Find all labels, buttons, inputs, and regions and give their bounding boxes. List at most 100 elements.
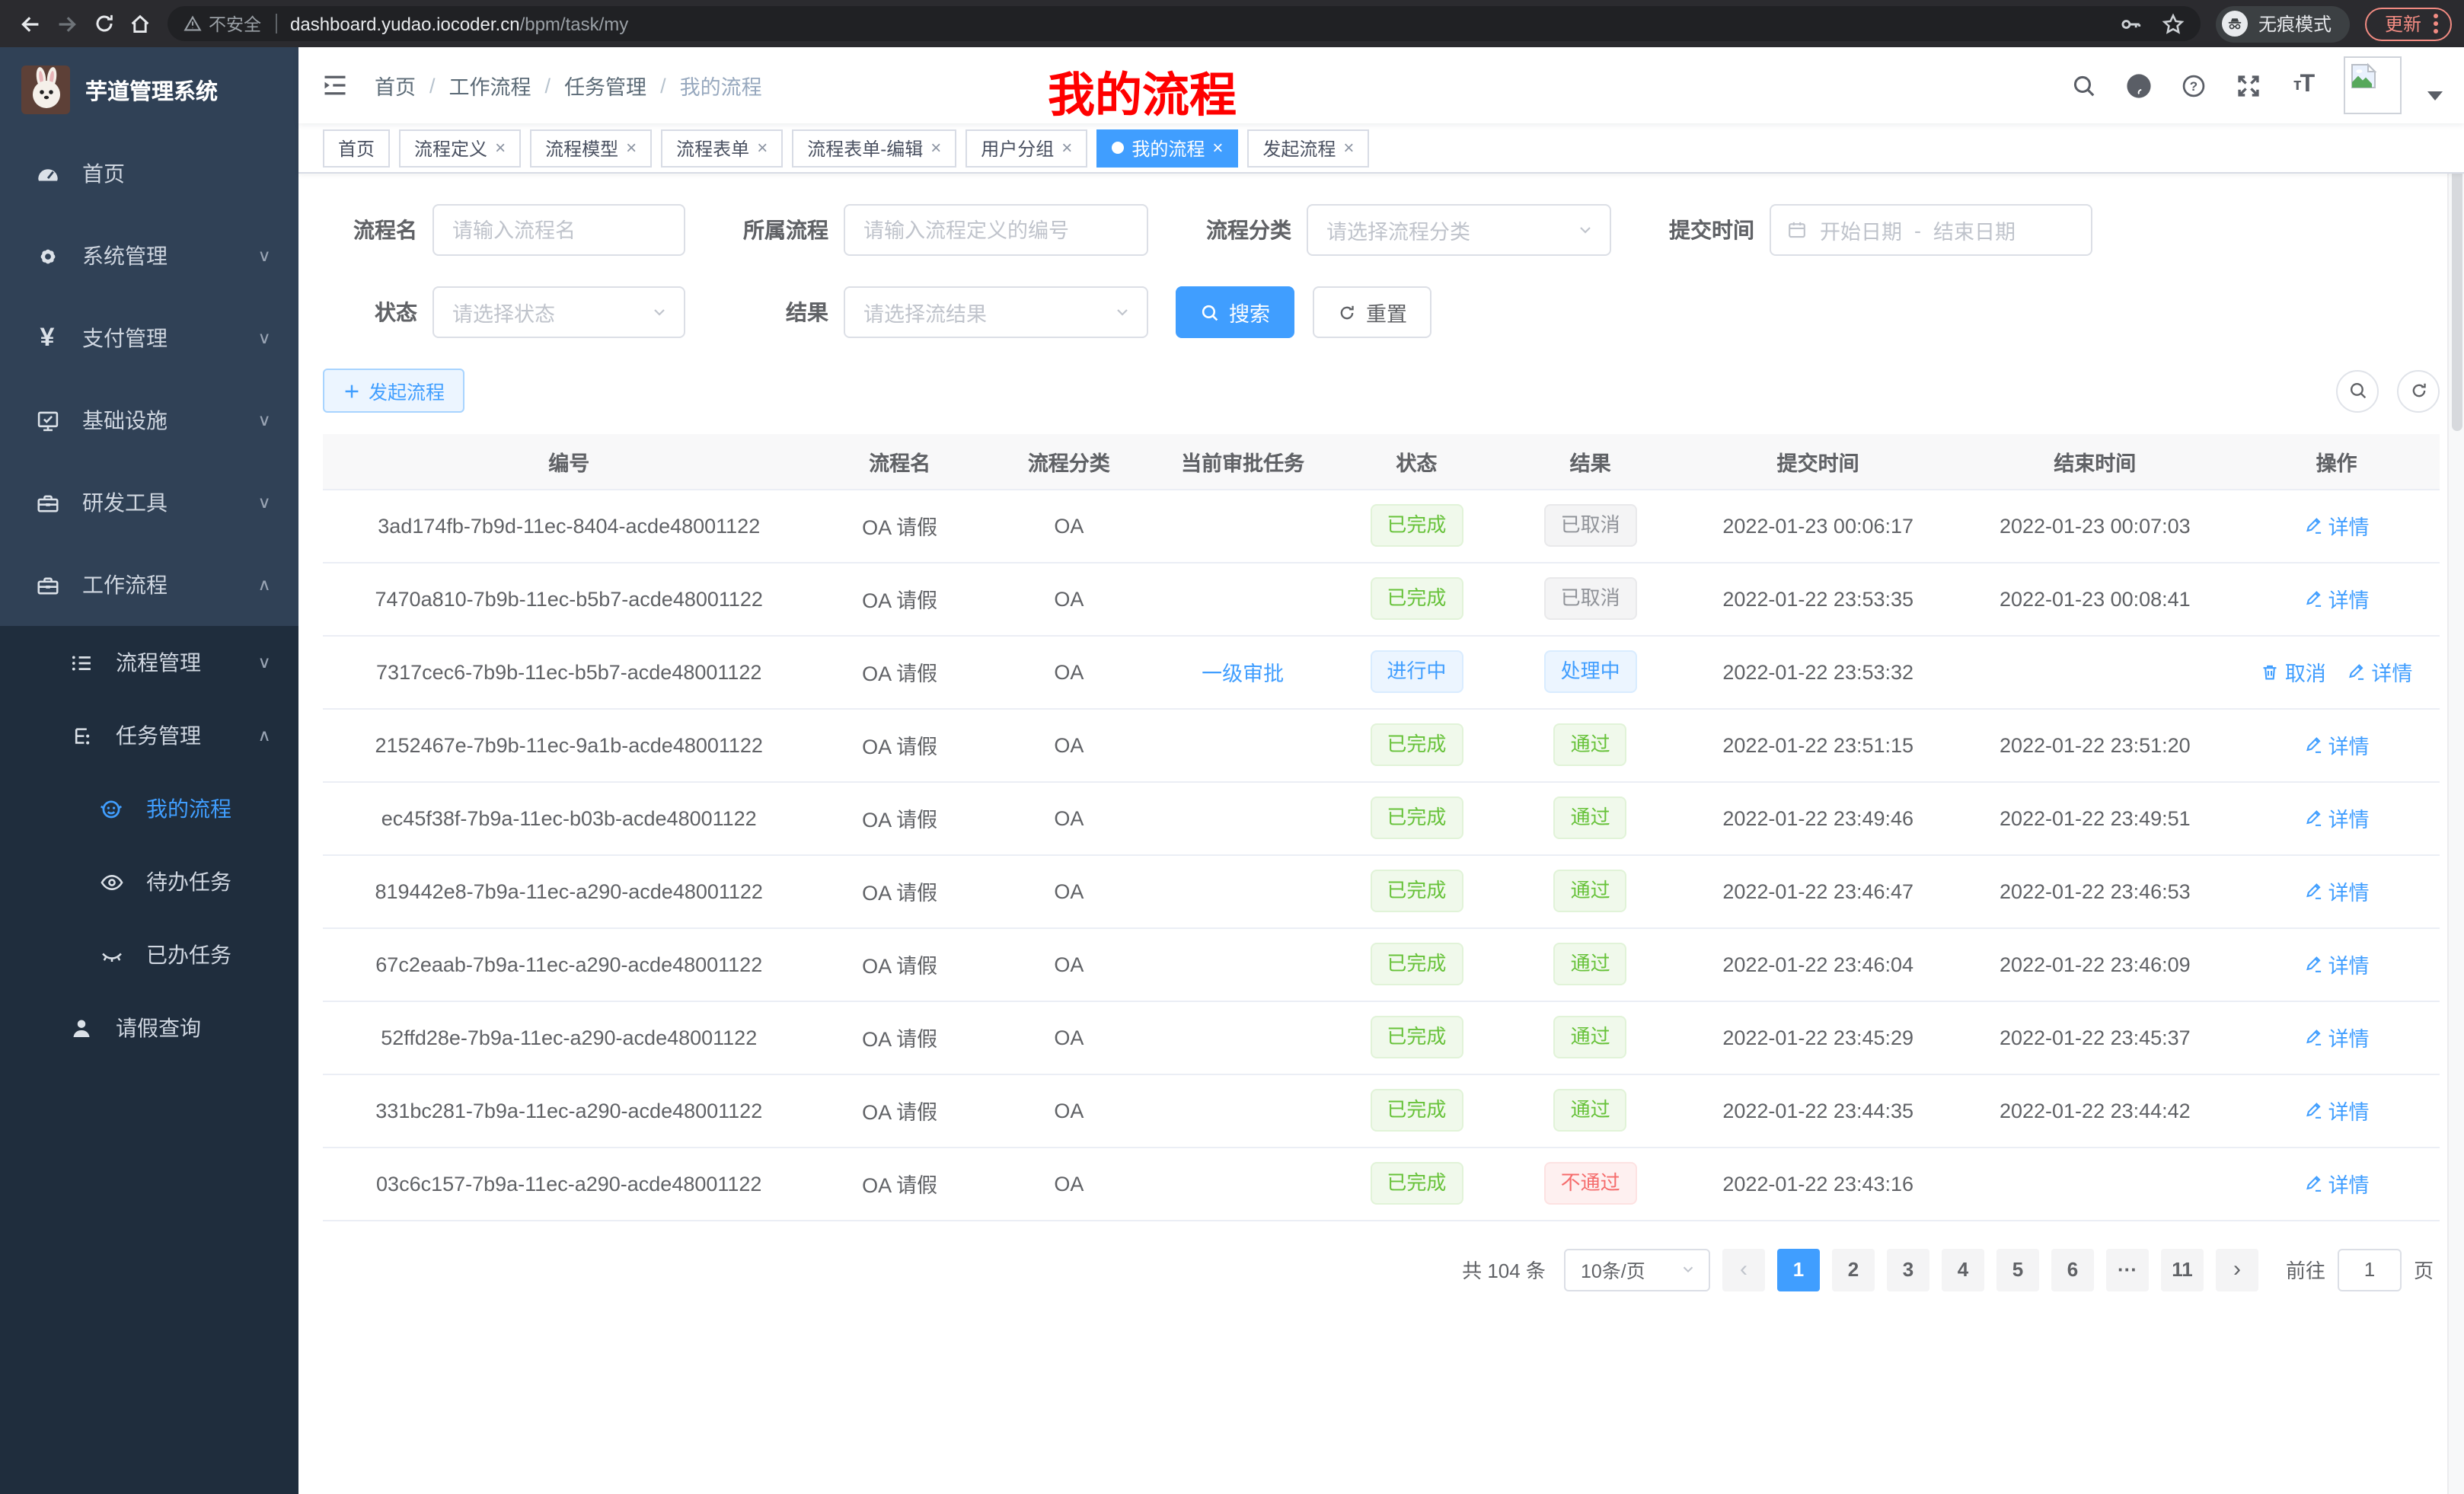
sidebar-item-todo-task[interactable]: 待办任务	[0, 845, 298, 918]
goto-page-input[interactable]	[2338, 1248, 2402, 1291]
current-task-link[interactable]: 一级审批	[1202, 656, 1284, 687]
process-name-input[interactable]	[432, 204, 685, 256]
avatar-dropdown-icon[interactable]	[2427, 91, 2443, 101]
sidebar-item-dev-tools[interactable]: 研发工具 ∨	[0, 461, 298, 544]
submit-time: 2022-01-22 23:53:35	[1722, 587, 1913, 610]
breadcrumb-workflow[interactable]: 工作流程	[449, 70, 531, 101]
page-button-4[interactable]: 4	[1942, 1248, 1984, 1291]
page-button-3[interactable]: 3	[1887, 1248, 1929, 1291]
page-button-1[interactable]: 1	[1777, 1248, 1820, 1291]
address-bar[interactable]: 不安全 dashboard.yudao.iocoder.cn/bpm/task/…	[168, 6, 2201, 41]
submit-time-range-picker[interactable]: 开始日期 - 结束日期	[1770, 204, 2092, 256]
fullscreen-icon[interactable]	[2234, 71, 2263, 100]
browser-update-button[interactable]: 更新	[2365, 7, 2452, 40]
prev-page-button[interactable]: ‹	[1722, 1248, 1765, 1291]
page-scrollbar[interactable]	[2447, 47, 2464, 1494]
status-badge: 进行中	[1370, 650, 1463, 693]
detail-link[interactable]: 详情	[2347, 656, 2412, 687]
detail-link[interactable]: 详情	[2304, 583, 2370, 614]
tab-process-form-edit[interactable]: 流程表单-编辑×	[792, 129, 956, 167]
sidebar-item-process-mgmt[interactable]: 流程管理 ∨	[0, 626, 298, 699]
breadcrumb-home[interactable]: 首页	[375, 70, 416, 101]
page-button-11[interactable]: 11	[2161, 1248, 2204, 1291]
tab-home[interactable]: 首页	[323, 129, 390, 167]
detail-link[interactable]: 详情	[2304, 510, 2370, 541]
sidebar-item-leave-query[interactable]: 请假查询	[0, 991, 298, 1065]
result-select[interactable]: 请选择流结果	[844, 286, 1148, 338]
refresh-table-button[interactable]	[2397, 369, 2440, 412]
browser-back-icon[interactable]	[12, 5, 49, 42]
tab-process-definition[interactable]: 流程定义×	[399, 129, 521, 167]
sidebar-item-done-task[interactable]: 已办任务	[0, 918, 298, 991]
show-search-button[interactable]	[2336, 369, 2379, 412]
browser-forward-icon[interactable]	[49, 5, 85, 42]
detail-link[interactable]: 详情	[2304, 949, 2370, 979]
cancel-link[interactable]: 取消	[2261, 656, 2326, 687]
font-size-icon[interactable]: тT	[2289, 71, 2318, 100]
status-select[interactable]: 请选择状态	[432, 286, 685, 338]
page-button-6[interactable]: 6	[2051, 1248, 2094, 1291]
page-size-select[interactable]: 10条/页	[1564, 1248, 1710, 1291]
sidebar-collapse-icon[interactable]	[320, 70, 350, 101]
flow-tree-icon	[67, 722, 94, 749]
tab-user-group[interactable]: 用户分组×	[965, 129, 1087, 167]
tab-process-model[interactable]: 流程模型×	[530, 129, 652, 167]
sidebar-item-workflow[interactable]: 工作流程 ∧	[0, 544, 298, 626]
process-id: 819442e8-7b9a-11ec-a290-acde48001122	[375, 879, 763, 902]
eye-icon	[97, 868, 125, 895]
browser-home-icon[interactable]	[122, 5, 158, 42]
status-badge: 已完成	[1370, 577, 1463, 620]
more-pages-button[interactable]: ···	[2106, 1248, 2149, 1291]
detail-link[interactable]: 详情	[2304, 876, 2370, 906]
detail-link[interactable]: 详情	[2304, 729, 2370, 760]
detail-link[interactable]: 详情	[2304, 1095, 2370, 1125]
tab-my-process[interactable]: 我的流程×	[1096, 129, 1238, 167]
sidebar-item-task-mgmt[interactable]: 任务管理 ∧	[0, 699, 298, 772]
process-definition-input[interactable]	[844, 204, 1148, 256]
help-icon[interactable]: ?	[2179, 71, 2208, 100]
browser-reload-icon[interactable]	[85, 5, 122, 42]
detail-link[interactable]: 详情	[2304, 803, 2370, 833]
close-icon[interactable]: ×	[626, 137, 637, 158]
incognito-icon	[2222, 11, 2248, 37]
detail-link[interactable]: 详情	[2304, 1022, 2370, 1052]
github-icon[interactable]	[2124, 71, 2153, 100]
search-button[interactable]: 搜索	[1176, 286, 1294, 338]
reset-button[interactable]: 重置	[1313, 286, 1431, 338]
next-page-button[interactable]: ›	[2216, 1248, 2258, 1291]
close-icon[interactable]: ×	[495, 137, 506, 158]
person-icon	[67, 1014, 94, 1042]
bookmark-star-icon[interactable]	[2161, 11, 2185, 36]
app-logo[interactable]: 芋道管理系统	[0, 47, 298, 132]
category-select[interactable]: 请选择流程分类	[1307, 204, 1611, 256]
tab-process-form[interactable]: 流程表单×	[661, 129, 783, 167]
sidebar-item-home[interactable]: 首页	[0, 132, 298, 215]
result-badge: 通过	[1554, 1089, 1627, 1132]
url-text[interactable]: dashboard.yudao.iocoder.cn/bpm/task/my	[290, 13, 628, 34]
password-key-icon[interactable]	[2118, 11, 2143, 36]
process-category: OA	[1054, 806, 1084, 829]
tab-start-process[interactable]: 发起流程×	[1247, 129, 1369, 167]
sidebar-item-system[interactable]: 系统管理 ∨	[0, 215, 298, 297]
security-status[interactable]: 不安全	[183, 11, 261, 36]
page-button-5[interactable]: 5	[1996, 1248, 2039, 1291]
close-icon[interactable]: ×	[757, 137, 768, 158]
close-icon[interactable]: ×	[1061, 137, 1072, 158]
page-button-2[interactable]: 2	[1832, 1248, 1875, 1291]
search-icon[interactable]	[2070, 71, 2099, 100]
close-icon[interactable]: ×	[930, 137, 941, 158]
sidebar-item-my-process[interactable]: 我的流程	[0, 772, 298, 845]
incognito-badge[interactable]: 无痕模式	[2216, 5, 2350, 42]
avatar[interactable]	[2344, 56, 2402, 114]
sidebar-item-infra[interactable]: 基础设施 ∨	[0, 379, 298, 461]
create-process-button[interactable]: 发起流程	[323, 369, 464, 413]
close-icon[interactable]: ×	[1212, 137, 1223, 158]
detail-link[interactable]: 详情	[2304, 1168, 2370, 1199]
sidebar-item-pay[interactable]: ¥ 支付管理 ∨	[0, 297, 298, 379]
status-badge: 已完成	[1370, 1016, 1463, 1058]
close-icon[interactable]: ×	[1343, 137, 1354, 158]
browser-menu-icon[interactable]	[2434, 14, 2438, 34]
result-badge: 通过	[1554, 723, 1627, 766]
breadcrumb-task-mgmt[interactable]: 任务管理	[564, 70, 646, 101]
refresh-icon	[1337, 302, 1357, 322]
